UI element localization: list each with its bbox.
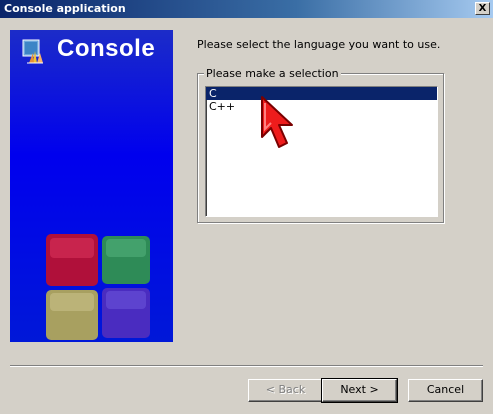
button-divider	[10, 365, 483, 367]
language-item-cpp[interactable]: C++	[206, 100, 437, 113]
language-item-c[interactable]: C	[206, 87, 437, 100]
back-button[interactable]: < Back	[248, 379, 323, 402]
close-button[interactable]: X	[475, 2, 490, 15]
instruction-text: Please select the language you want to u…	[197, 38, 441, 51]
window-title: Console application	[4, 2, 126, 15]
colored-cubes-icon	[46, 234, 150, 340]
red-arrow-pointer-icon	[261, 96, 293, 148]
groupbox-label: Please make a selection	[204, 67, 341, 80]
next-button[interactable]: Next >	[321, 378, 398, 403]
codeblocks-logo-icon	[22, 39, 43, 64]
title-bar: Console application X	[0, 0, 493, 18]
banner-title: Console	[57, 35, 156, 62]
wizard-banner: Console	[10, 30, 173, 342]
cancel-button[interactable]: Cancel	[408, 379, 483, 402]
language-listbox[interactable]: C C++	[205, 86, 438, 217]
